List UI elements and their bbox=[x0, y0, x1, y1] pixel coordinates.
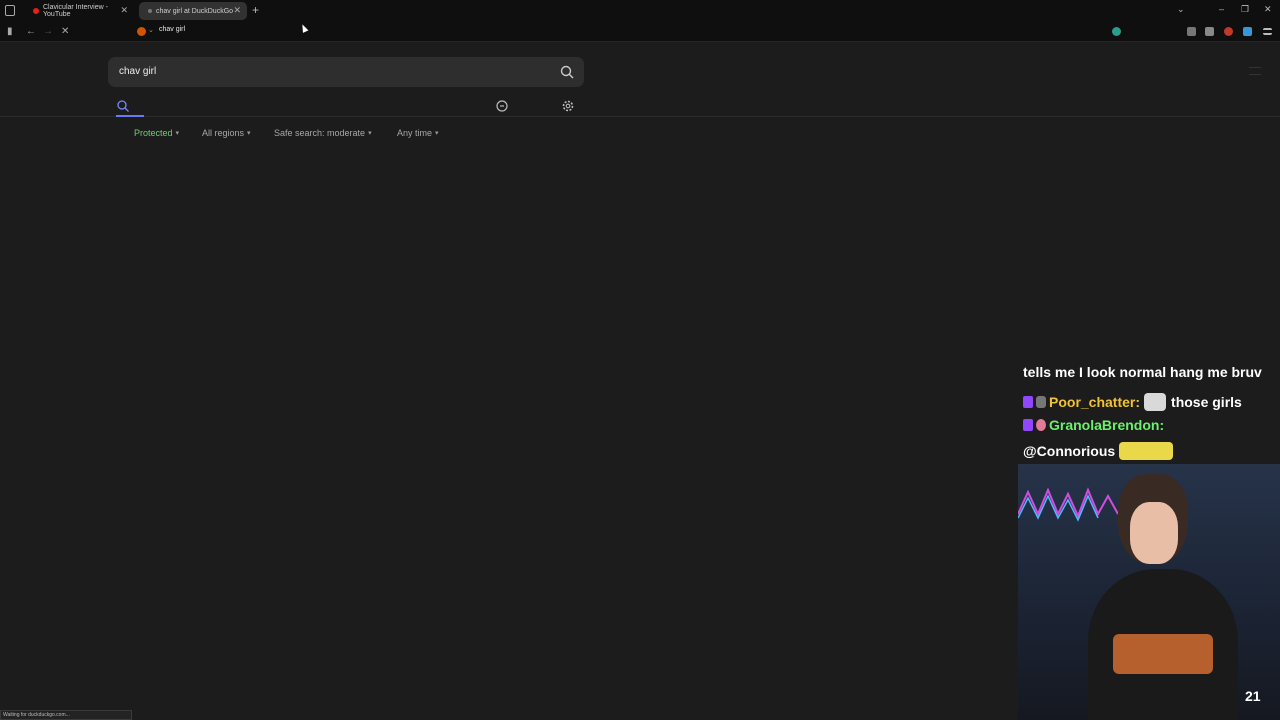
sidebar-toggle-icon[interactable] bbox=[5, 5, 15, 16]
sidebar-panel-icon[interactable]: ▮ bbox=[7, 26, 13, 38]
chevron-down-icon: ▾ bbox=[247, 130, 251, 137]
close-tab-icon[interactable]: ✕ bbox=[233, 5, 241, 16]
search-nav-row bbox=[0, 95, 1280, 117]
chevron-down-icon: ▾ bbox=[368, 130, 372, 137]
streamer-face bbox=[1130, 502, 1178, 564]
chat-message: tells me I look normal hang me bruv bbox=[1023, 364, 1262, 380]
search-input[interactable]: chav girl bbox=[108, 57, 584, 87]
subscriber-badge-icon bbox=[1023, 419, 1033, 431]
extension-blue-icon[interactable] bbox=[1243, 27, 1252, 36]
loading-favicon-icon bbox=[148, 9, 152, 13]
tab-duckduckgo[interactable]: chav girl at DuckDuckGo ✕ bbox=[139, 2, 247, 20]
tab-list-chevron-icon[interactable]: ⌄ bbox=[1177, 4, 1185, 15]
led-lights-icon bbox=[1018, 487, 1119, 522]
shield-icon[interactable] bbox=[137, 27, 146, 36]
status-bar: Waiting for duckduckgo.com... bbox=[0, 710, 132, 720]
youtube-favicon-icon bbox=[33, 8, 39, 14]
close-window-icon[interactable]: ✕ bbox=[1264, 4, 1272, 15]
region-label: All regions bbox=[202, 128, 245, 138]
search-query-text[interactable]: chav girl bbox=[119, 66, 156, 77]
chat-text: tells me I look normal hang me bruv bbox=[1023, 364, 1262, 380]
camera-badge-icon bbox=[1036, 396, 1046, 408]
chat-mention: @Connorious bbox=[1023, 443, 1116, 459]
webcam-overlay: 21 bbox=[1018, 464, 1280, 720]
chat-username: GranolaBrendon: bbox=[1049, 417, 1165, 433]
tab-title: chav girl at DuckDuckGo bbox=[156, 7, 234, 15]
restore-icon[interactable]: ❐ bbox=[1241, 4, 1249, 15]
new-tab-icon[interactable]: + bbox=[252, 3, 259, 17]
menu-icon[interactable] bbox=[1263, 28, 1272, 35]
translate-icon[interactable] bbox=[1112, 27, 1121, 36]
safe-search-filter[interactable]: Safe search: moderate ▾ bbox=[274, 128, 372, 138]
stop-loading-icon[interactable]: ✕ bbox=[61, 26, 69, 38]
time-label: Any time bbox=[397, 128, 433, 138]
close-tab-icon[interactable]: ✕ bbox=[120, 5, 128, 16]
back-icon[interactable]: ← bbox=[26, 26, 36, 38]
search-icon[interactable] bbox=[560, 65, 574, 79]
active-tab-indicator bbox=[116, 115, 144, 117]
chat-username: Poor_chatter: bbox=[1049, 394, 1141, 410]
chat-message: GranolaBrendon: bbox=[1023, 417, 1164, 433]
puzzle-icon[interactable] bbox=[1205, 27, 1214, 36]
shirt-graphic bbox=[1113, 634, 1213, 674]
chevron-down-icon: ▾ bbox=[175, 130, 180, 137]
tab-bar: Clavicular Interview - YouTube ✕ chav gi… bbox=[0, 0, 1280, 22]
chat-message: @Connorious bbox=[1023, 442, 1178, 460]
record-icon[interactable] bbox=[1224, 27, 1233, 36]
chat-icon[interactable] bbox=[495, 99, 509, 113]
address-text[interactable]: chav girl bbox=[159, 26, 185, 33]
pikachu-emote-icon bbox=[1119, 442, 1174, 460]
extension-icon[interactable] bbox=[1187, 27, 1196, 36]
chat-text: those girls bbox=[1171, 394, 1242, 410]
menu-lines-icon[interactable] bbox=[1249, 67, 1261, 75]
protected-filter[interactable]: Protected ▾ bbox=[134, 128, 179, 138]
time-filter[interactable]: Any time ▾ bbox=[397, 128, 439, 138]
address-bar[interactable]: ⌄ chav girl bbox=[132, 25, 1132, 39]
safe-search-label: Safe search: moderate bbox=[274, 128, 366, 138]
forward-icon[interactable]: → bbox=[43, 26, 53, 38]
minimize-icon[interactable]: – bbox=[1219, 4, 1224, 14]
stream-chat-overlay: tells me I look normal hang me bruv Poor… bbox=[1020, 362, 1280, 462]
chevron-down-icon: ▾ bbox=[435, 130, 439, 137]
all-results-search-icon[interactable] bbox=[116, 99, 130, 113]
chat-message: Poor_chatter: those girls bbox=[1023, 393, 1242, 411]
webcam-counter: 21 bbox=[1245, 688, 1261, 704]
brain-badge-icon bbox=[1036, 419, 1046, 431]
region-filter[interactable]: All regions ▾ bbox=[202, 128, 251, 138]
subscriber-badge-icon bbox=[1023, 396, 1033, 408]
gear-icon[interactable] bbox=[561, 99, 575, 113]
chevron-down-icon[interactable]: ⌄ bbox=[148, 26, 154, 34]
cat-emote-icon bbox=[1144, 393, 1167, 411]
protected-label: Protected bbox=[134, 128, 173, 138]
tab-youtube[interactable]: Clavicular Interview - YouTube ✕ bbox=[24, 2, 134, 20]
